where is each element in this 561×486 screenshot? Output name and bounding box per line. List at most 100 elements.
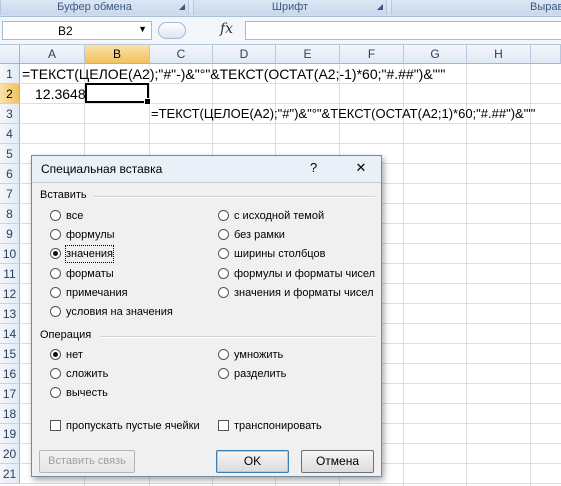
radio-button[interactable] [50,286,61,298]
row-header-7[interactable]: 7 [0,184,20,204]
cancel-button[interactable]: Отмена [301,450,374,473]
operation-option-label: умножить [234,349,284,361]
radio-button[interactable] [50,306,61,317]
checkbox-box[interactable] [50,420,61,431]
fill-handle[interactable] [144,98,151,105]
row-header-14[interactable]: 14 [0,324,20,344]
row-header-20[interactable]: 20 [0,444,20,464]
name-box[interactable]: B2 ▼ [2,21,152,40]
row-header-13[interactable]: 13 [0,304,20,324]
radio-button[interactable] [218,267,229,279]
dialog-launcher-icon[interactable]: ◢ [178,3,186,11]
radio-button[interactable] [50,248,61,260]
ribbon-group-clipboard-label: Буфер обмена [57,1,132,13]
row-header-11[interactable]: 11 [0,264,20,284]
divider [100,336,375,338]
gridline [530,64,531,486]
radio-button[interactable] [50,349,61,360]
column-header-g[interactable]: G [404,45,467,64]
operation-option-label: разделить [234,368,287,380]
close-icon[interactable]: ✕ [350,159,372,177]
radio-button[interactable] [218,248,229,260]
help-icon[interactable]: ? [310,160,317,175]
ribbon-group-clipboard[interactable]: Буфер обмена ◢ [0,0,189,15]
radio-button[interactable] [50,210,61,221]
ribbon-group-font-label: Шрифт [271,1,309,13]
column-header-h[interactable]: H [467,45,531,64]
paste-option-label: значения и форматы чисел [234,286,374,299]
active-cell-b2[interactable] [85,83,151,105]
column-header-c[interactable]: C [150,45,213,64]
row-header-2[interactable]: 2 [0,84,20,104]
ribbon-group-font[interactable]: Шрифт ◢ [193,0,387,15]
ribbon-bar: Буфер обмена ◢ Шрифт ◢ Выравни [0,0,561,17]
paste-option-label: примечания [66,286,128,299]
skip-blanks-label: пропускать пустые ячейки [66,420,200,432]
name-box-value: B2 [58,24,73,38]
row-header-16[interactable]: 16 [0,364,20,384]
cell-c3[interactable]: =ТЕКСТ(ЦЕЛОЕ(A2);"#")&"°"&ТЕКСТ(ОСТАТ(A2… [151,104,535,124]
divider [94,196,375,198]
row-header-9[interactable]: 9 [0,224,20,244]
gridline [403,64,404,486]
column-header-f[interactable]: F [340,45,404,64]
column-header-b[interactable]: B [85,45,150,64]
ribbon-group-alignment[interactable]: Выравни [391,0,561,15]
operation-section-label: Операция [40,329,92,341]
row-header-17[interactable]: 17 [0,384,20,404]
dialog-title: Специальная вставка [41,162,163,176]
row-header-6[interactable]: 6 [0,164,20,184]
row-header-12[interactable]: 12 [0,284,20,304]
column-header-a[interactable]: A [20,45,85,64]
row-header-18[interactable]: 18 [0,404,20,424]
radio-button[interactable] [218,368,229,379]
operation-option-label: нет [66,349,83,361]
paste-option-label: все [66,210,84,222]
row-header-1[interactable]: 1 [0,64,20,84]
radio-button[interactable] [218,210,229,221]
insert-function-icon[interactable]: fx [220,21,233,37]
cell-a2[interactable]: 12.3648 [35,84,86,104]
row-header-15[interactable]: 15 [0,344,20,364]
radio-button[interactable] [50,387,61,398]
row-header-3[interactable]: 3 [0,104,20,124]
radio-button[interactable] [218,229,229,241]
chevron-down-icon[interactable]: ▼ [138,24,147,34]
column-header-partial[interactable] [531,45,561,64]
cell-a1[interactable]: =ТЕКСТ(ЦЕЛОЕ(A2);"#"-)&"°"&ТЕКСТ(ОСТАТ(A… [22,64,445,84]
paste-option-label: значения [64,245,115,264]
radio-button[interactable] [218,349,229,360]
column-header-d[interactable]: D [213,45,276,64]
row-header-8[interactable]: 8 [0,204,20,224]
paste-option-label: без рамки [234,229,285,242]
gridline [20,143,561,144]
transpose-label: транспонировать [234,420,322,432]
row-header-4[interactable]: 4 [0,124,20,144]
formula-bar-expand-handle[interactable] [158,22,186,39]
operation-option-label: вычесть [66,387,108,399]
paste-link-button[interactable]: Вставить связь [39,450,135,473]
paste-option-label: условия на значения [66,306,173,318]
ok-button[interactable]: OK [216,450,289,473]
gridline [20,483,561,484]
column-header-e[interactable]: E [276,45,340,64]
radio-button[interactable] [218,286,229,298]
row-header-10[interactable]: 10 [0,244,20,264]
paste-option-label: формулы и форматы чисел [234,267,376,280]
paste-option-label: формулы [66,229,115,242]
row-header-5[interactable]: 5 [0,144,20,164]
checkbox-box[interactable] [218,420,229,431]
row-header-21[interactable]: 21 [0,464,20,484]
dialog-launcher-icon[interactable]: ◢ [376,3,384,11]
radio-button[interactable] [50,229,61,241]
paste-option-label: форматы [66,267,114,280]
operation-option-label: сложить [66,368,109,380]
radio-button[interactable] [50,267,61,279]
row-header-19[interactable]: 19 [0,424,20,444]
formula-bar: B2 ▼ fx [0,17,561,45]
select-all-corner[interactable] [0,45,20,64]
gridline [466,64,467,486]
paste-option-label: ширины столбцов [234,248,326,261]
formula-input[interactable] [245,21,561,40]
radio-button[interactable] [50,368,61,379]
